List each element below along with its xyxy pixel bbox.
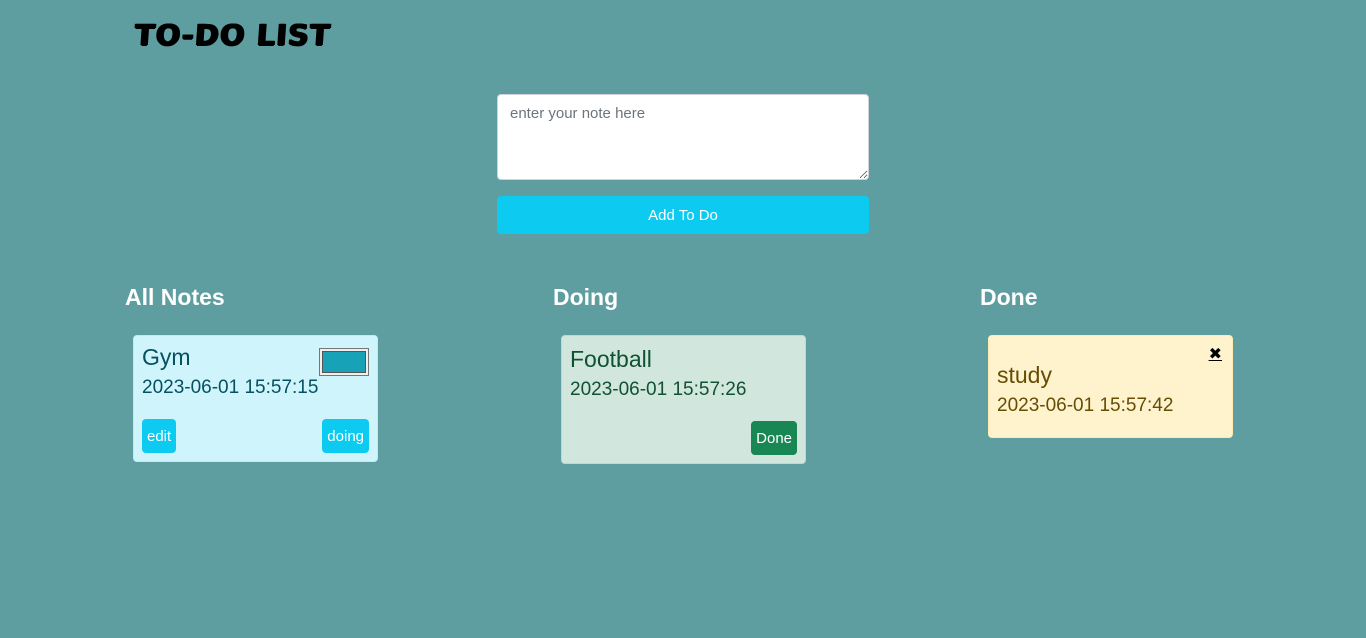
note-title: study	[997, 362, 1052, 388]
color-picker[interactable]	[319, 348, 369, 376]
note-card: ✖ study 2023-06-01 15:57:42	[988, 335, 1233, 438]
add-todo-button[interactable]: Add To Do	[497, 196, 869, 234]
note-date: 2023-06-01 15:57:15	[142, 377, 319, 398]
delete-icon[interactable]: ✖	[1209, 344, 1222, 364]
note-date: 2023-06-01 15:57:26	[570, 379, 747, 400]
move-to-doing-button[interactable]: doing	[322, 419, 369, 453]
edit-button[interactable]: edit	[142, 419, 177, 453]
note-date: 2023-06-01 15:57:42	[997, 395, 1174, 416]
color-picker-swatch	[322, 351, 366, 373]
note-input[interactable]	[497, 94, 869, 180]
app-logo: TO-DO LIST	[133, 18, 332, 52]
note-card: Football 2023-06-01 15:57:26 Done	[561, 335, 806, 464]
move-to-done-button[interactable]: Done	[751, 421, 797, 455]
note-card: Gym 2023-06-01 15:57:15 edit doing	[133, 335, 378, 462]
column-title-doing: Doing	[553, 284, 619, 310]
note-title: Football	[570, 346, 652, 372]
column-title-all-notes: All Notes	[125, 284, 225, 310]
column-title-done: Done	[980, 284, 1038, 310]
